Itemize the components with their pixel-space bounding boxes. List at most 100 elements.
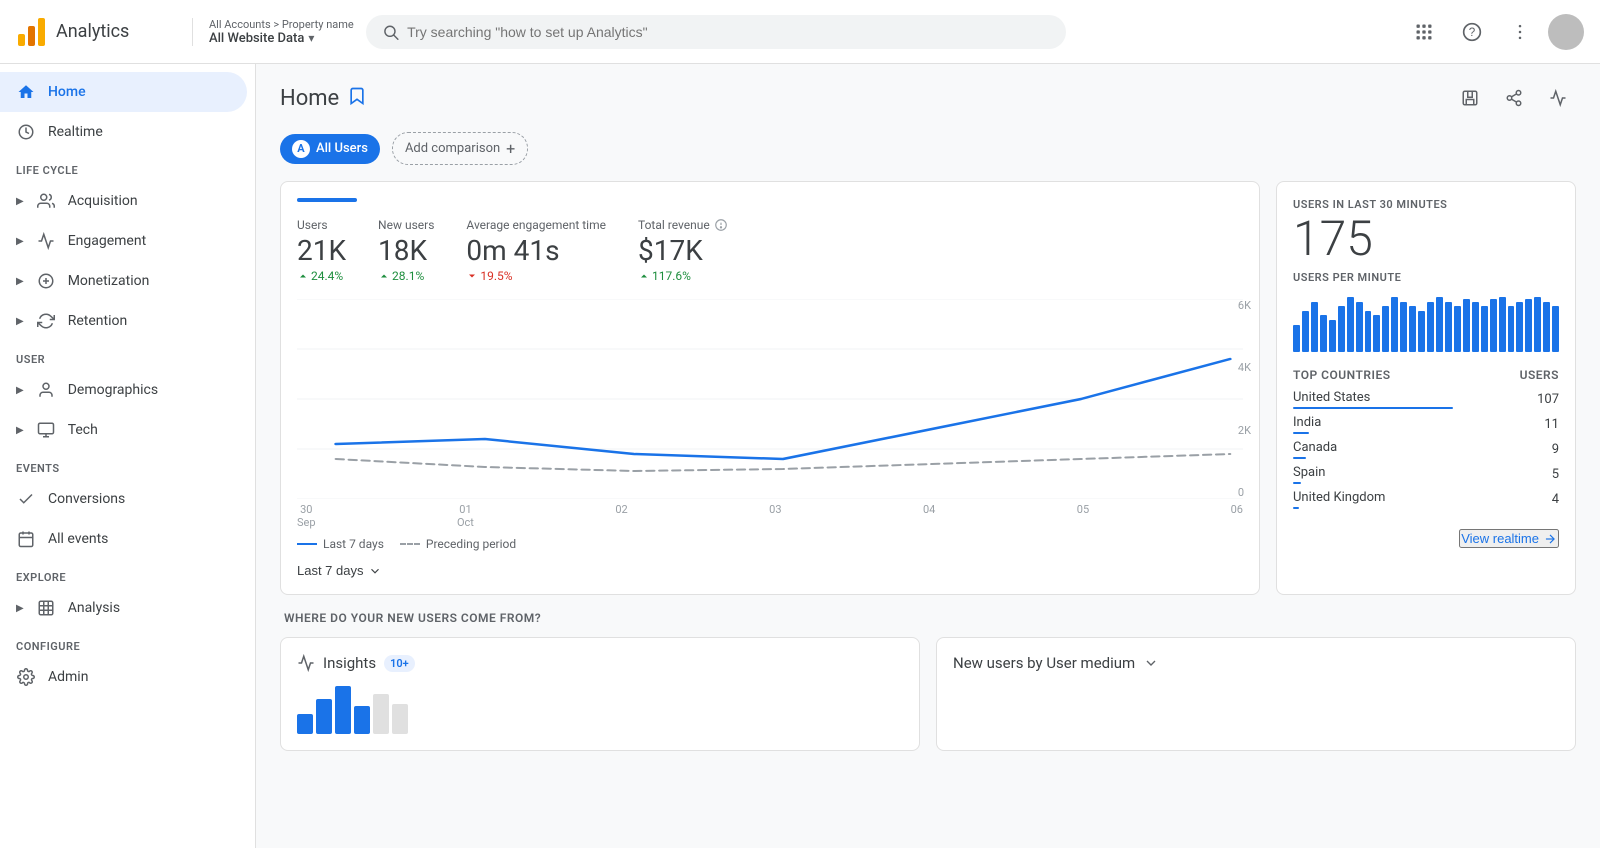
legend-line-solid	[297, 543, 317, 545]
legend-last7-label: Last 7 days	[323, 537, 384, 551]
sidebar-item-tech[interactable]: ▶ Tech	[0, 410, 247, 450]
monetization-icon	[36, 271, 56, 291]
country-name: Spain	[1293, 465, 1544, 480]
more-options-btn[interactable]	[1500, 12, 1540, 52]
country-name: United Kingdom	[1293, 490, 1544, 505]
grid-icon-btn[interactable]	[1404, 12, 1444, 52]
sidebar-item-home[interactable]: Home	[0, 72, 247, 112]
demographics-label: Demographics	[68, 382, 158, 398]
expand-arrow-monetization: ▶	[16, 276, 24, 287]
view-realtime-label: View realtime	[1461, 531, 1539, 546]
save-icon	[1461, 89, 1479, 107]
country-bar	[1293, 507, 1299, 509]
new-users-label: New users	[378, 218, 434, 232]
country-bar	[1293, 432, 1309, 434]
x-label-03: 03	[769, 503, 781, 529]
engagement-label: Engagement	[68, 233, 146, 249]
top-countries-header: TOP COUNTRIES USERS	[1293, 368, 1559, 382]
mini-bar	[1454, 306, 1461, 352]
conversions-label: Conversions	[48, 491, 125, 507]
arrow-down-icon	[466, 270, 478, 282]
grid-icon	[1414, 22, 1434, 42]
mini-bar	[1543, 302, 1550, 352]
top-countries-label: TOP COUNTRIES	[1293, 368, 1391, 382]
insights-card: Insights 10+	[280, 637, 920, 751]
mini-bar	[1463, 299, 1470, 352]
retention-icon	[36, 311, 56, 331]
sidebar-item-demographics[interactable]: ▶ Demographics	[0, 370, 247, 410]
sidebar-item-retention[interactable]: ▶ Retention	[0, 301, 247, 341]
property-dropdown-arrow[interactable]: ▾	[308, 31, 314, 45]
revenue-value: $17K	[638, 234, 728, 267]
sidebar-item-monetization[interactable]: ▶ Monetization	[0, 261, 247, 301]
realtime-label: Realtime	[48, 124, 103, 140]
view-realtime-btn[interactable]: View realtime	[1459, 529, 1559, 548]
sidebar-item-admin[interactable]: Admin	[0, 657, 247, 697]
page-title-bookmark-icon[interactable]	[347, 86, 367, 111]
country-bar	[1293, 457, 1306, 459]
country-bar-wrap	[1293, 432, 1536, 434]
search-input[interactable]	[407, 24, 1050, 40]
sidebar-item-engagement[interactable]: ▶ Engagement	[0, 221, 247, 261]
analysis-icon	[36, 598, 56, 618]
sidebar-item-all-events[interactable]: All events	[0, 519, 247, 559]
page-title-area: Home	[280, 86, 367, 111]
realtime-subtitle: USERS PER MINUTE	[1293, 271, 1559, 284]
conversions-icon	[16, 489, 36, 509]
country-row: United States 107	[1293, 390, 1559, 409]
arrow-up-icon-3	[638, 270, 650, 282]
main-chart-card: Users 21K 24.4% New users 18K 28.1%	[280, 181, 1260, 595]
sidebar-item-realtime[interactable]: Realtime	[0, 112, 247, 152]
lifecycle-section-label: LIFE CYCLE	[0, 152, 255, 181]
filters-row: A All Users Add comparison +	[280, 132, 1576, 165]
engagement-icon	[36, 231, 56, 251]
sidebar-item-analysis[interactable]: ▶ Analysis	[0, 588, 247, 628]
arrow-up-icon	[297, 270, 309, 282]
country-bar-wrap	[1293, 482, 1544, 484]
add-comparison-filter[interactable]: Add comparison +	[392, 132, 528, 165]
mini-bar	[1382, 306, 1389, 352]
line-chart	[297, 299, 1243, 499]
chevron-down-icon	[368, 564, 382, 578]
engagement-change: 19.5%	[466, 269, 606, 283]
x-label-01oct: 01Oct	[457, 503, 474, 529]
sidebar-item-conversions[interactable]: Conversions	[0, 479, 247, 519]
users-label: Users	[297, 218, 346, 232]
events-section-label: EVENTS	[0, 450, 255, 479]
country-name: India	[1293, 415, 1536, 430]
country-bar-wrap	[1293, 457, 1544, 459]
mini-bar	[1338, 306, 1345, 352]
avatar[interactable]	[1548, 14, 1584, 50]
page-header: Home	[280, 80, 1576, 116]
mini-bar	[1329, 320, 1336, 352]
add-comparison-label: Add comparison	[405, 141, 500, 156]
share-btn[interactable]	[1496, 80, 1532, 116]
country-list: United States 107 India 11 Canada 9 Spai…	[1293, 390, 1559, 509]
realtime-card: USERS IN LAST 30 MINUTES 175 USERS PER M…	[1276, 181, 1576, 595]
search-bar[interactable]	[366, 15, 1066, 49]
dropdown-icon[interactable]	[1143, 655, 1159, 671]
arrow-up-icon-2	[378, 270, 390, 282]
country-bar-wrap	[1293, 507, 1544, 509]
save-report-btn[interactable]	[1452, 80, 1488, 116]
all-users-filter[interactable]: A All Users	[280, 134, 380, 164]
metric-engagement: Average engagement time 0m 41s 19.5%	[466, 218, 606, 283]
monetization-label: Monetization	[68, 273, 150, 289]
new-users-by-label: New users by User medium	[953, 654, 1135, 672]
insights-bar-preview	[297, 684, 903, 734]
sidebar-item-acquisition[interactable]: ▶ Acquisition	[0, 181, 247, 221]
country-bar-wrap	[1293, 407, 1529, 409]
admin-icon	[16, 667, 36, 687]
realtime-icon	[16, 122, 36, 142]
breadcrumb-bottom[interactable]: All Website Data ▾	[209, 31, 354, 46]
topbar: Analytics All Accounts > Property name A…	[0, 0, 1600, 64]
insights-btn[interactable]	[1540, 80, 1576, 116]
country-name: United States	[1293, 390, 1529, 405]
engagement-value: 0m 41s	[466, 234, 606, 267]
metric-revenue: Total revenue $17K 117.6%	[638, 218, 728, 283]
analysis-label: Analysis	[68, 600, 120, 616]
mini-bar	[1391, 297, 1398, 352]
all-events-icon	[16, 529, 36, 549]
help-icon-btn[interactable]: ?	[1452, 12, 1492, 52]
date-filter-btn[interactable]: Last 7 days	[297, 563, 382, 578]
